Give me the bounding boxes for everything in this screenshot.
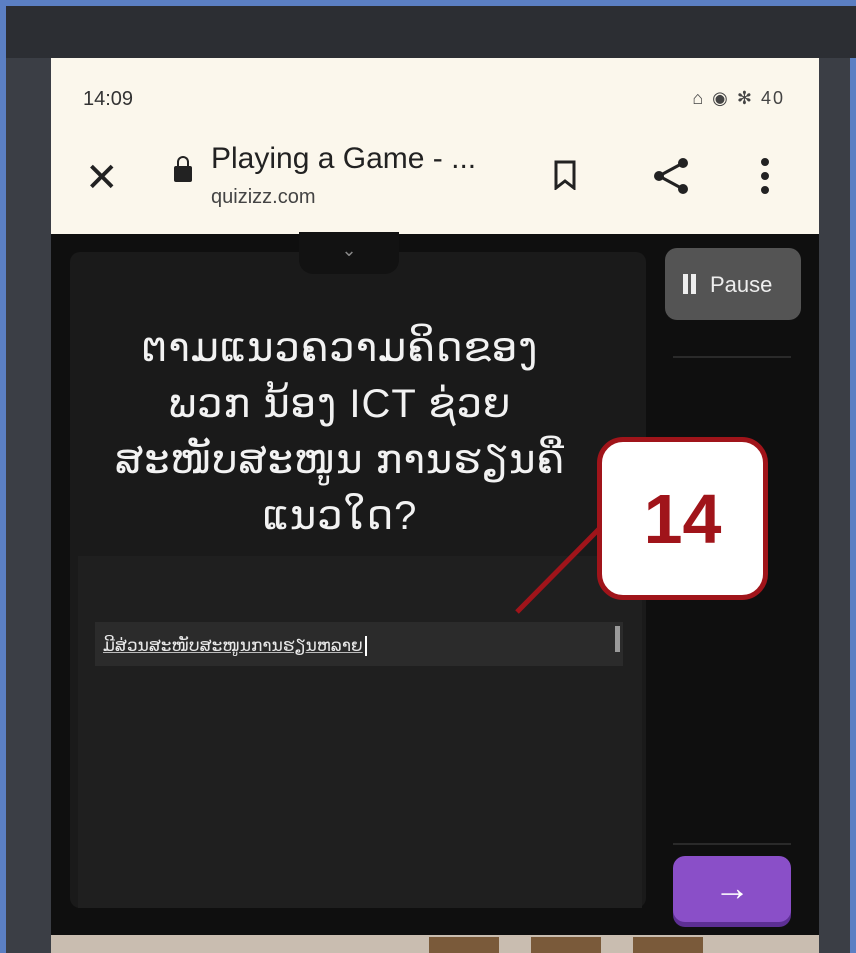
- callout-number: 14: [643, 480, 722, 558]
- callout-annotation: 14: [597, 437, 768, 600]
